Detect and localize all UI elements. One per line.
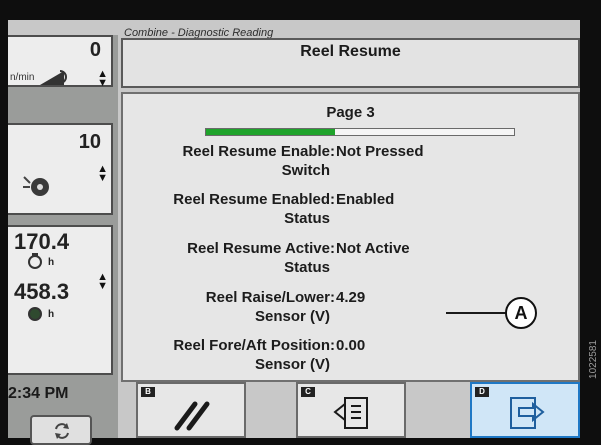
softkey-tag: D bbox=[475, 387, 489, 397]
slash-slash-icon bbox=[174, 401, 210, 431]
row-label-line1: Reel Resume Enable bbox=[182, 143, 330, 160]
separator-hours-icon bbox=[28, 307, 42, 321]
row-label-line2: Status bbox=[284, 210, 330, 227]
softkey-b[interactable]: B bbox=[136, 382, 246, 438]
reel-speed-icon bbox=[40, 70, 67, 85]
row-value: Not Pressed bbox=[336, 143, 424, 160]
engine-hours-value: 170.4 bbox=[14, 229, 70, 254]
page-progress-bar bbox=[205, 128, 515, 136]
refresh-icon bbox=[55, 423, 69, 439]
page-right-icon bbox=[510, 397, 545, 429]
rotor-adjust-arrows[interactable]: ▲ ▼ bbox=[97, 164, 108, 184]
row-label-line1: Reel Fore/Aft Position bbox=[173, 337, 330, 354]
row-label-line2: Sensor (V) bbox=[254, 308, 330, 325]
separator-hours-unit: h bbox=[48, 309, 55, 320]
diagnostic-content: Page 3 Reel Resume Enable Switch : Not P… bbox=[121, 92, 580, 382]
rotor-value: 10 bbox=[78, 131, 101, 153]
softkey-d[interactable]: D bbox=[470, 382, 580, 438]
callout-marker: A bbox=[505, 297, 537, 329]
callout-leader-line bbox=[446, 312, 506, 314]
left-status-panel: 0 ▲ ▼ n/min 10 ▲ ▼ 170.4 h ▲ ▼ 458.3 h 2… bbox=[8, 35, 118, 445]
row-separator: : bbox=[330, 240, 335, 257]
row-separator: : bbox=[330, 337, 335, 354]
row-value: Not Active bbox=[336, 240, 410, 257]
hours-adjust-arrows[interactable]: ▲ ▼ bbox=[97, 272, 108, 292]
speed-value: 0 bbox=[89, 39, 101, 61]
softkey-c[interactable]: C bbox=[296, 382, 406, 438]
row-separator: : bbox=[330, 289, 335, 306]
row-value: Enabled bbox=[336, 191, 395, 208]
row-label: Reel Resume Active Status bbox=[187, 239, 330, 277]
row-label-line2: Switch bbox=[281, 162, 330, 179]
separator-hours-value: 458.3 bbox=[14, 279, 70, 304]
display-screen: 0 ▲ ▼ n/min 10 ▲ ▼ 170.4 h ▲ ▼ 458.3 h 2… bbox=[8, 20, 580, 445]
row-value: 4.29 bbox=[336, 289, 366, 306]
softkey-tag: C bbox=[301, 387, 315, 397]
page-indicator: Page 3 bbox=[326, 104, 375, 121]
row-label-line2: Sensor (V) bbox=[254, 356, 330, 373]
refresh-button[interactable] bbox=[30, 415, 92, 445]
figure-id: 1022581 bbox=[588, 340, 599, 379]
hours-box[interactable]: 170.4 h ▲ ▼ 458.3 h bbox=[8, 225, 113, 375]
row-label: Reel Raise/Lower Sensor (V) bbox=[206, 288, 330, 326]
row-label: Reel Resume Enabled Status bbox=[173, 190, 330, 228]
row-separator: : bbox=[330, 191, 335, 208]
engine-hours-icon bbox=[28, 253, 42, 269]
rotor-box[interactable]: 10 ▲ ▼ bbox=[8, 123, 113, 215]
engine-hours-unit: h bbox=[48, 257, 55, 268]
speed-unit: n/min bbox=[10, 72, 35, 83]
row-value: 0.00 bbox=[336, 337, 366, 354]
softkey-tag: B bbox=[141, 387, 155, 397]
row-label-line1: Reel Resume Enabled bbox=[173, 191, 330, 208]
page-left-icon bbox=[333, 397, 368, 429]
row-label-line1: Reel Resume Active bbox=[187, 240, 330, 257]
row-label-line2: Status bbox=[284, 259, 330, 276]
speed-box[interactable]: 0 ▲ ▼ n/min bbox=[8, 35, 113, 89]
rotor-icon bbox=[23, 176, 49, 196]
page-title: Reel Resume bbox=[300, 43, 401, 60]
speed-adjust-arrows[interactable]: ▲ ▼ bbox=[97, 69, 108, 89]
page-progress-fill bbox=[206, 129, 336, 135]
page-header: Reel Resume bbox=[121, 38, 580, 88]
row-label: Reel Resume Enable Switch bbox=[182, 142, 330, 180]
row-label-line1: Reel Raise/Lower bbox=[205, 289, 330, 306]
row-label: Reel Fore/Aft Position Sensor (V) bbox=[173, 336, 330, 374]
row-separator: : bbox=[330, 143, 335, 160]
clock-time: 2:34 PM bbox=[8, 385, 69, 402]
